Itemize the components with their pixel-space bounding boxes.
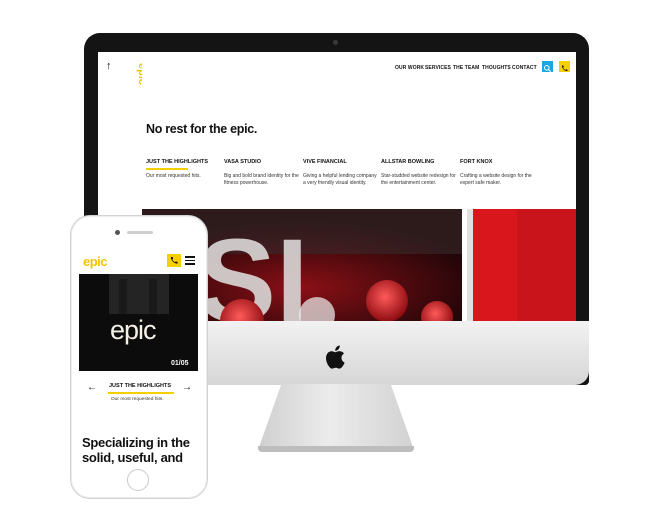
- apple-logo-icon: [326, 345, 345, 369]
- slide-counter: 01/05: [171, 360, 189, 367]
- search-button[interactable]: [542, 61, 553, 72]
- tab-description: Big and bold brand identity for the fitn…: [224, 172, 299, 187]
- tab-underline: [224, 168, 266, 170]
- iphone-home-button[interactable]: [127, 469, 149, 491]
- mobile-logo[interactable]: epic: [83, 254, 108, 269]
- mobile-big-headline: Specializing in the solid, useful, and: [82, 435, 190, 465]
- call-button[interactable]: [167, 254, 181, 267]
- tab-underline: [381, 168, 423, 170]
- tab-underline: [460, 168, 502, 170]
- imac-stand: [258, 384, 414, 450]
- desktop-logo[interactable]: epic: [128, 62, 142, 92]
- tab-underline: [303, 168, 345, 170]
- iphone-camera: [115, 230, 120, 235]
- page-headline: No rest for the epic.: [146, 122, 258, 136]
- chevron-left-icon[interactable]: ←: [87, 382, 97, 393]
- phone-icon: [562, 65, 568, 72]
- slide-underline: [108, 392, 174, 394]
- search-icon: [544, 65, 551, 72]
- chevron-right-icon[interactable]: →: [182, 382, 192, 393]
- tab-fort-knox[interactable]: FORT KNOX Crafting a website design for …: [460, 159, 535, 188]
- phone-button[interactable]: [559, 61, 570, 72]
- nav-our-work[interactable]: OUR WORK: [395, 65, 424, 71]
- tab-description: Star-studded website redesign for the en…: [381, 172, 456, 187]
- tab-title: VASA STUDIO: [224, 159, 261, 165]
- tab-allstar-bowling[interactable]: ALLSTAR BOWLING Star-studded website red…: [381, 159, 456, 188]
- nav-the-team[interactable]: THE TEAM: [453, 65, 479, 71]
- tab-description: Giving a helpful lending company a very …: [303, 172, 377, 187]
- nav-contact[interactable]: CONTACT: [512, 65, 537, 71]
- tab-title: JUST THE HIGHLIGHTS: [146, 159, 209, 165]
- tab-description: Our most requested hits.: [146, 172, 201, 179]
- nav-thoughts[interactable]: THOUGHTS: [482, 65, 511, 71]
- mobile-hero: epic 01/05: [79, 274, 198, 371]
- desktop-logo-text: epic: [136, 63, 142, 85]
- hero-image-red: [467, 209, 576, 321]
- up-arrow-icon[interactable]: ↑: [106, 60, 112, 72]
- tab-title: FORT KNOX: [460, 159, 493, 165]
- mobile-website: epic epic 01/05 ← JUST THE HIGHLIGHTS Ou…: [79, 245, 198, 466]
- menu-icon[interactable]: [185, 256, 195, 265]
- imac-stand-base: [258, 446, 414, 452]
- tab-title: VIVE FINANCIAL: [303, 159, 347, 165]
- active-underline: [146, 168, 188, 170]
- tab-title: ALLSTAR BOWLING: [381, 159, 435, 165]
- iphone-speaker: [127, 231, 153, 234]
- imac-camera: [333, 40, 338, 45]
- tab-vive-financial[interactable]: VIVE FINANCIAL Giving a helpful lending …: [303, 159, 378, 188]
- tab-just-the-highlights[interactable]: JUST THE HIGHLIGHTS Our most requested h…: [146, 159, 221, 180]
- hero-word: epic: [110, 315, 157, 345]
- tab-vasa-studio[interactable]: VASA STUDIO Big and bold brand identity …: [224, 159, 299, 188]
- nav-services[interactable]: SERVICES: [425, 65, 451, 71]
- slide-title: JUST THE HIGHLIGHTS: [109, 383, 172, 389]
- phone-icon: [171, 257, 178, 264]
- slide-description: Our most requested hits.: [111, 397, 164, 402]
- tab-description: Crafting a website design for the expert…: [460, 172, 532, 187]
